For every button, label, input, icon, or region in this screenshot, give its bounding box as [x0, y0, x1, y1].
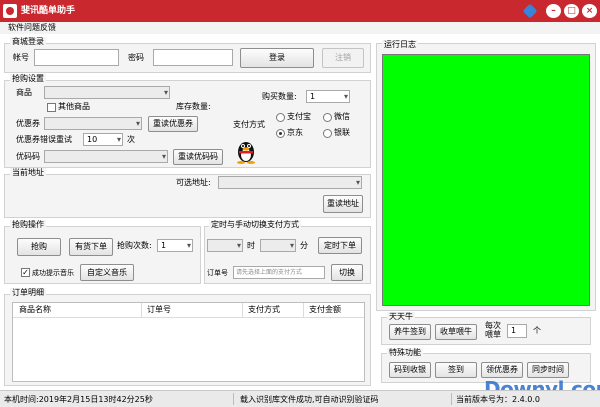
- payment-jd-label: 京东: [287, 128, 303, 137]
- purchase-legend: 抢购设置: [10, 74, 46, 84]
- payment-radio-wechat[interactable]: [323, 113, 332, 122]
- attempts-label: 抢购次数:: [117, 241, 152, 250]
- retry-unit-label: 次: [127, 135, 135, 144]
- buy-qty-value: 1: [310, 92, 316, 101]
- login-button[interactable]: 登录: [240, 48, 314, 68]
- minute-select[interactable]: [260, 239, 296, 252]
- order-in-stock-button[interactable]: 有货下单: [69, 238, 113, 256]
- payment-radio-unionpay[interactable]: [323, 129, 332, 138]
- qq-penguin-icon: [234, 138, 258, 164]
- order-no-input[interactable]: 请先选择上面的支付方式: [233, 266, 325, 279]
- reload-code-button[interactable]: 重读优码码: [173, 149, 223, 165]
- payment-radio-jd[interactable]: [276, 129, 285, 138]
- payment-unionpay-label: 银联: [334, 128, 350, 137]
- address-select[interactable]: [218, 176, 362, 189]
- switch-button[interactable]: 切换: [331, 264, 363, 281]
- status-bar: 本机时间:2019年2月15日13时42分25秒 载入识别库文件成功,可自动识别…: [0, 390, 600, 407]
- column-divider: [141, 303, 142, 318]
- operation-legend: 抢购操作: [10, 220, 46, 230]
- stock-label: 库存数量:: [176, 102, 211, 111]
- timed-legend: 定时与手动切换支付方式: [209, 220, 301, 230]
- code-to-receipt-button[interactable]: 码到收银: [389, 362, 431, 378]
- retry-count-select[interactable]: 10: [83, 133, 123, 146]
- other-product-label: 其他商品: [58, 102, 90, 111]
- window-title: 斐讯酷单助手: [21, 6, 76, 16]
- account-label: 帐号: [13, 53, 29, 62]
- retry-count-value: 10: [87, 135, 98, 144]
- coupon-retry-label: 优惠券错误重试: [16, 135, 72, 144]
- column-divider: [303, 303, 304, 318]
- password-input[interactable]: [153, 49, 233, 66]
- get-coupon-button[interactable]: 领优惠券: [481, 362, 523, 378]
- coupon-label: 优惠券: [16, 119, 40, 128]
- buy-button[interactable]: 抢购: [17, 238, 61, 256]
- status-divider: [233, 393, 234, 405]
- special-legend: 特殊功能: [387, 348, 423, 358]
- times-unit-label: 个: [533, 326, 541, 335]
- column-divider: [242, 303, 243, 318]
- status-divider: [451, 393, 452, 405]
- coupon-select[interactable]: [44, 117, 142, 130]
- orders-table[interactable]: 商品名称 订单号 支付方式 支付金额: [12, 302, 365, 382]
- times-label-1: 每次: [485, 321, 501, 330]
- optional-address-label: 可选地址:: [176, 178, 211, 187]
- success-music-checkbox[interactable]: ✓: [21, 268, 30, 277]
- address-legend: 当前地址: [10, 168, 46, 178]
- product-select[interactable]: [44, 86, 170, 99]
- column-header-payment[interactable]: 支付方式: [248, 303, 280, 317]
- attempts-value: 1: [161, 241, 167, 250]
- timed-order-button[interactable]: 定时下单: [318, 237, 362, 254]
- payment-wechat-label: 微信: [334, 112, 350, 121]
- order-no-label: 订单号: [207, 269, 228, 277]
- password-label: 密码: [128, 53, 144, 62]
- minute-label: 分: [300, 241, 308, 250]
- other-product-checkbox[interactable]: [47, 103, 56, 112]
- skin-icon[interactable]: [522, 3, 538, 19]
- custom-music-button[interactable]: 自定义音乐: [80, 264, 134, 281]
- login-legend: 商城登录: [10, 37, 46, 47]
- status-message: 载入识别库文件成功,可自动识别验证码: [240, 395, 379, 404]
- logout-button[interactable]: 注销: [322, 48, 364, 68]
- times-input[interactable]: 1: [507, 324, 527, 338]
- orders-table-header: 商品名称 订单号 支付方式 支付金额: [13, 303, 364, 318]
- sign-in-button[interactable]: 养牛签到: [389, 324, 431, 340]
- promo-code-select[interactable]: [44, 150, 168, 163]
- sync-time-button[interactable]: 同步时间: [527, 362, 569, 378]
- buy-qty-select[interactable]: 1: [306, 90, 350, 103]
- reload-coupon-button[interactable]: 重读优惠券: [148, 116, 198, 132]
- hour-select[interactable]: [207, 239, 243, 252]
- reload-address-button[interactable]: 重读地址: [323, 195, 363, 213]
- times-label-2: 喂草: [485, 330, 501, 339]
- version-text: 当前版本号为：2.4.0.0: [456, 395, 540, 404]
- payment-alipay-label: 支付宝: [287, 112, 311, 121]
- attempts-select[interactable]: 1: [157, 239, 193, 252]
- payment-radio-alipay[interactable]: [276, 113, 285, 122]
- product-label: 商品: [16, 88, 32, 97]
- log-output[interactable]: [382, 54, 590, 306]
- payment-label: 支付方式: [233, 120, 265, 129]
- menu-item-feedback[interactable]: 软件问题反馈: [8, 22, 56, 34]
- maximize-button[interactable]: □: [564, 4, 579, 18]
- app-icon: [3, 4, 17, 18]
- column-header-amount[interactable]: 支付金额: [309, 303, 341, 317]
- column-header-product[interactable]: 商品名称: [19, 303, 51, 317]
- promo-code-label: 优码码: [16, 152, 40, 161]
- buy-qty-label: 购买数量:: [262, 92, 297, 101]
- sign-button[interactable]: 签到: [435, 362, 477, 378]
- minimize-button[interactable]: –: [546, 4, 561, 18]
- hour-label: 时: [247, 241, 255, 250]
- orders-legend: 订单明细: [10, 288, 46, 298]
- log-legend: 运行日志: [382, 40, 418, 50]
- success-music-label: 成功提示音乐: [32, 269, 74, 277]
- tiantianniu-legend: 天天牛: [387, 312, 415, 322]
- menu-bar: 软件问题反馈: [0, 22, 600, 34]
- local-time-text: 本机时间:2019年2月15日13时42分25秒: [4, 395, 153, 404]
- title-bar: 斐讯酷单助手 – □ ×: [0, 0, 600, 22]
- collect-grass-button[interactable]: 收草喂牛: [435, 324, 477, 340]
- account-input[interactable]: [34, 49, 119, 66]
- column-header-order-no[interactable]: 订单号: [147, 303, 171, 317]
- close-button[interactable]: ×: [582, 4, 597, 18]
